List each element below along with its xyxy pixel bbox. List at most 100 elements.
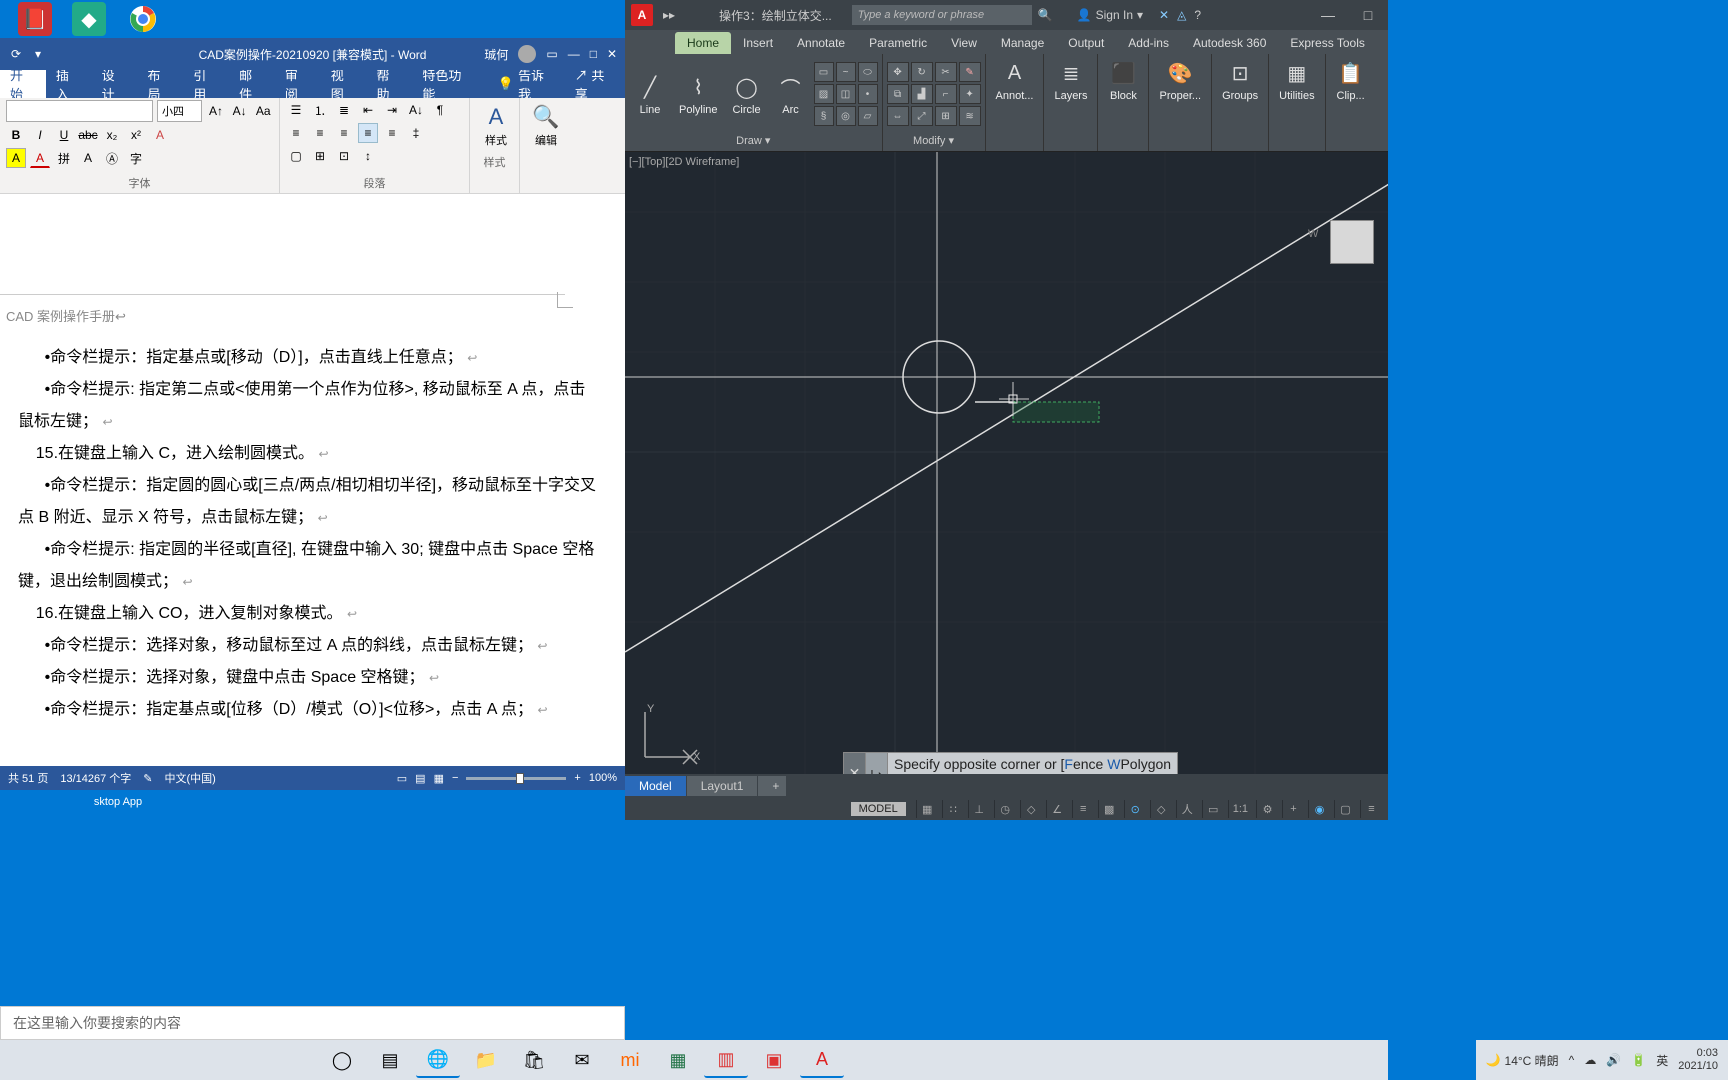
tab-mail[interactable]: 邮件 (229, 70, 275, 98)
grow-font-icon[interactable]: A↑ (206, 101, 226, 121)
mirror-icon[interactable]: ▟ (911, 84, 933, 104)
scale-icon[interactable]: ⤢ (911, 106, 933, 126)
tab-help[interactable]: 帮助 (367, 70, 413, 98)
find-button[interactable]: 🔍 编辑 (526, 100, 566, 152)
erase-icon[interactable]: ✎ (959, 62, 981, 82)
stretch-icon[interactable]: ⇔ (887, 106, 909, 126)
proofing-icon[interactable]: ✎ (143, 772, 152, 785)
page-count[interactable]: 共 51 页 (8, 770, 48, 786)
font-family-select[interactable] (6, 100, 153, 122)
snap-grid-icon[interactable]: ⊡ (334, 146, 354, 166)
line-button[interactable]: ╱Line (629, 70, 671, 118)
edge-icon[interactable]: 🌐 (416, 1042, 460, 1078)
qat-more-icon[interactable]: ▸▸ (659, 8, 679, 22)
tab-design[interactable]: 设计 (92, 70, 138, 98)
app-icon-2[interactable]: ◆ (72, 2, 106, 36)
draw-label[interactable]: Draw ▾ (629, 132, 878, 149)
align-right-icon[interactable]: ≡ (334, 123, 354, 143)
change-case-icon[interactable]: Aa (253, 101, 273, 121)
block-button[interactable]: ⬛Block (1102, 56, 1144, 104)
acad-canvas[interactable]: [−][Top][2D Wireframe] (625, 152, 1388, 820)
custom-icon[interactable]: ≡ (1360, 800, 1382, 818)
modify-label[interactable]: Modify ▾ (887, 132, 981, 149)
hatch-icon[interactable]: ▨ (814, 84, 834, 104)
ortho-toggle-icon[interactable]: ⊥ (968, 800, 990, 818)
tab-review[interactable]: 审阅 (275, 70, 321, 98)
web-layout-icon[interactable]: ▦ (434, 772, 444, 785)
styles-button[interactable]: A 样式 (476, 100, 516, 152)
numbering-icon[interactable]: ⒈ (310, 100, 330, 120)
fillet-icon[interactable]: ⌐ (935, 84, 957, 104)
shading-icon[interactable]: ▢ (286, 146, 306, 166)
point-icon[interactable]: • (858, 84, 878, 104)
polar-toggle-icon[interactable]: ◷ (994, 800, 1016, 818)
maximize-icon[interactable]: □ (590, 47, 597, 61)
annot-button[interactable]: AAnnot... (990, 56, 1040, 104)
subscript-button[interactable]: x₂ (102, 125, 122, 145)
signin-button[interactable]: 👤 Sign In ▾ (1069, 8, 1151, 22)
tab-parametric[interactable]: Parametric (857, 32, 939, 54)
model-tab[interactable]: Model (625, 776, 686, 796)
char-count[interactable]: 13/14267 个字 (60, 770, 131, 786)
circle-button[interactable]: ◯Circle (726, 70, 768, 118)
clean-icon[interactable]: ▢ (1334, 800, 1356, 818)
enclose-char-icon[interactable]: 字 (126, 148, 146, 168)
language[interactable]: 中文(中国) (165, 770, 216, 786)
grid-toggle-icon[interactable]: ▦ (916, 800, 938, 818)
lineweight-icon[interactable]: ≡ (1072, 800, 1094, 818)
trim-icon[interactable]: ✂ (935, 62, 957, 82)
char-shading-icon[interactable]: Ⓐ (102, 148, 122, 168)
tab-insert[interactable]: 插入 (46, 70, 92, 98)
zoom-in-icon[interactable]: + (574, 772, 580, 784)
font-color-icon[interactable]: A (30, 148, 50, 168)
close-icon[interactable]: ✕ (607, 47, 617, 61)
3dosnap-icon[interactable]: ◇ (1150, 800, 1172, 818)
task-view-icon[interactable]: ◯ (320, 1042, 364, 1078)
tab-layout[interactable]: 布局 (137, 70, 183, 98)
tab-express[interactable]: Express Tools (1278, 32, 1376, 54)
donut-icon[interactable]: ◎ (836, 106, 856, 126)
excel-icon[interactable]: ▦ (656, 1042, 700, 1078)
clipboard-button[interactable]: 📋Clip... (1330, 56, 1372, 104)
tab-features[interactable]: 特色功能 (412, 70, 484, 98)
weather-widget[interactable]: 🌙 14°C 晴朗 (1486, 1052, 1559, 1069)
cube-face[interactable] (1330, 220, 1374, 264)
space-mode[interactable]: MODEL (851, 802, 906, 816)
layers-button[interactable]: ≣Layers (1048, 56, 1093, 104)
minimize-icon[interactable]: — (568, 47, 580, 61)
borders-icon[interactable]: ⊞ (310, 146, 330, 166)
shrink-font-icon[interactable]: A↓ (230, 101, 250, 121)
recorder-icon[interactable]: ▣ (752, 1042, 796, 1078)
ellipse-icon[interactable]: ⬭ (858, 62, 878, 82)
view-cube[interactable]: W (1322, 212, 1382, 272)
windows-search-input[interactable]: 在这里输入你要搜索的内容 (0, 1006, 625, 1040)
network-icon[interactable]: 🔊 (1606, 1053, 1621, 1067)
qat-dropdown-icon[interactable]: ▾ (30, 46, 46, 62)
distribute-icon[interactable]: ≡ (382, 123, 402, 143)
rotate-icon[interactable]: ↻ (911, 62, 933, 82)
explode-icon[interactable]: ✦ (959, 84, 981, 104)
dec-indent-icon[interactable]: ⇤ (358, 100, 378, 120)
justify-icon[interactable]: ≡ (358, 123, 378, 143)
osnap-toggle-icon[interactable]: ◇ (1020, 800, 1042, 818)
explorer-icon[interactable]: 📁 (464, 1042, 508, 1078)
minimize-button[interactable]: — (1308, 0, 1348, 30)
layout1-tab[interactable]: Layout1 (687, 776, 758, 796)
region-icon[interactable]: ◫ (836, 84, 856, 104)
tab-home[interactable]: 开始 (0, 70, 46, 98)
user-name[interactable]: 珹何 (484, 46, 508, 63)
dyninput-icon[interactable]: ▭ (1202, 800, 1224, 818)
onedrive-icon[interactable]: ☁ (1584, 1053, 1596, 1067)
autosave-icon[interactable]: ⟳ (8, 46, 24, 62)
offset-icon[interactable]: ≋ (959, 106, 981, 126)
spline-icon[interactable]: ~ (836, 62, 856, 82)
print-layout-icon[interactable]: ▤ (415, 772, 425, 785)
inc-indent-icon[interactable]: ⇥ (382, 100, 402, 120)
tab-insert[interactable]: Insert (731, 32, 785, 54)
exchange-icon[interactable]: ✕ (1159, 8, 1169, 22)
mi-icon[interactable]: mi (608, 1042, 652, 1078)
groups-button[interactable]: ⊡Groups (1216, 56, 1264, 104)
tab-a360[interactable]: Autodesk 360 (1181, 32, 1278, 54)
show-marks-icon[interactable]: ¶ (430, 100, 450, 120)
acad-logo-icon[interactable]: A (631, 4, 653, 26)
